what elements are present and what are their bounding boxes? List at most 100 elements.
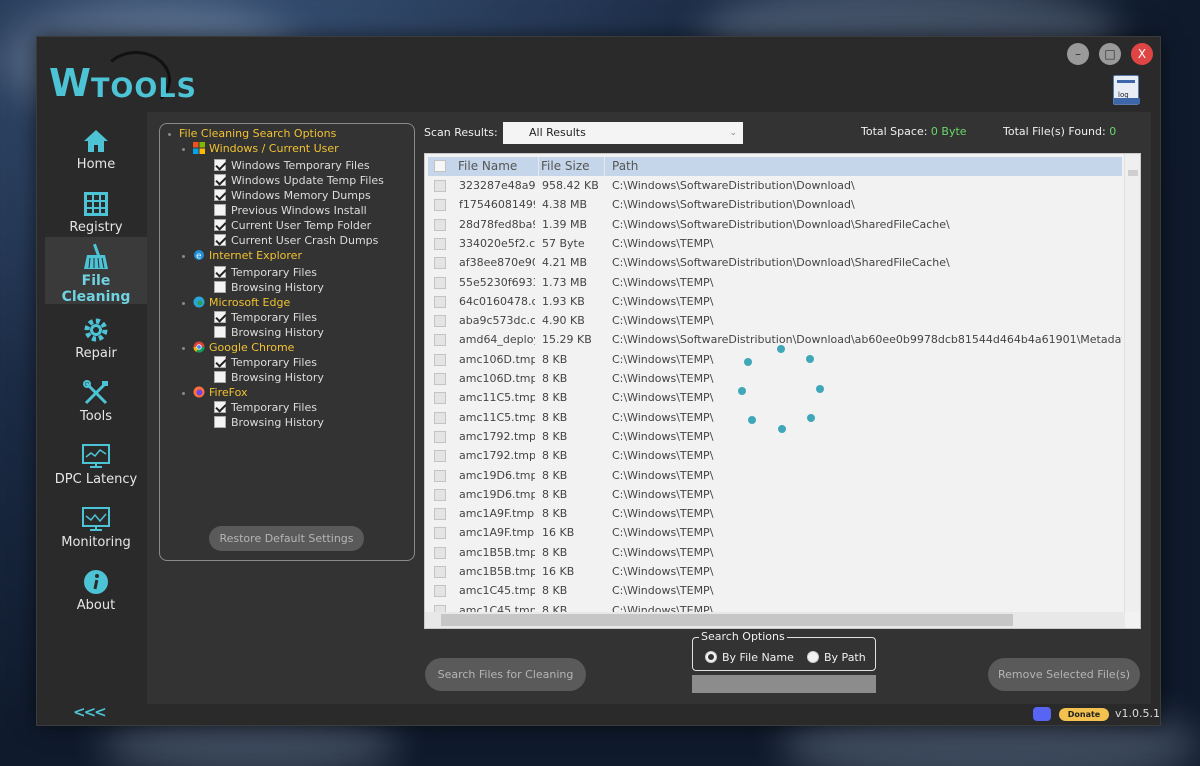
option-user-crash-dumps[interactable]: Current User Crash Dumps (214, 233, 378, 248)
option-chrome-history[interactable]: Browsing History (214, 370, 324, 385)
row-checkbox[interactable] (434, 392, 446, 405)
sidebar-item-monitoring[interactable]: Monitoring (45, 499, 147, 559)
sidebar-item-tools[interactable]: Tools (45, 373, 147, 433)
vertical-scrollbar[interactable] (1124, 154, 1140, 612)
row-checkbox[interactable] (434, 218, 446, 231)
sidebar-item-dpc-latency[interactable]: DPC Latency (45, 436, 147, 496)
row-checkbox[interactable] (434, 237, 446, 250)
row-checkbox[interactable] (434, 546, 446, 559)
row-checkbox[interactable] (434, 508, 446, 521)
scrollbar-thumb[interactable] (1128, 170, 1138, 176)
row-checkbox[interactable] (434, 180, 446, 192)
table-row[interactable]: 64c0160478.cg 1.93 KB C:\Windows\TEMP\ (428, 292, 1122, 311)
table-row[interactable]: 334020e5f2.cg 57 Byte C:\Windows\TEMP\ (428, 234, 1122, 253)
column-header-path[interactable]: Path (612, 159, 638, 173)
radio-by-path[interactable]: By Path (807, 651, 866, 664)
row-checkbox[interactable] (434, 585, 446, 598)
sidebar-item-repair[interactable]: Repair (45, 310, 147, 370)
row-checkbox[interactable] (434, 488, 446, 501)
checkbox[interactable] (214, 234, 226, 246)
row-checkbox[interactable] (434, 353, 446, 366)
minimize-button[interactable]: – (1067, 43, 1089, 65)
row-checkbox[interactable] (434, 257, 446, 270)
row-checkbox[interactable] (434, 527, 446, 540)
horizontal-scrollbar[interactable] (425, 612, 1125, 628)
table-row[interactable]: amc106D.tmp.l 8 KB C:\Windows\TEMP\ (428, 350, 1122, 369)
table-row[interactable]: amc1B5B.tmp.l 16 KB C:\Windows\TEMP\ (428, 562, 1122, 581)
checkbox[interactable] (214, 159, 226, 171)
row-checkbox[interactable] (434, 566, 446, 578)
checkbox[interactable] (214, 326, 226, 338)
close-button[interactable]: X (1131, 43, 1153, 65)
checkbox[interactable] (214, 266, 226, 278)
option-windows-temp[interactable]: Windows Temporary Files (214, 158, 370, 173)
remove-selected-button[interactable]: Remove Selected File(s) (988, 658, 1140, 691)
checkbox[interactable] (214, 174, 226, 186)
checkbox[interactable] (214, 356, 226, 368)
tree-root[interactable]: File Cleaning Search Options (168, 126, 336, 141)
table-row[interactable]: amc1C45.tmp.l 8 KB C:\Windows\TEMP\ (428, 581, 1122, 600)
table-row[interactable]: amc1A9F.tmp.l 16 KB C:\Windows\TEMP\ (428, 523, 1122, 542)
table-row[interactable]: amc1792.tmp.l 8 KB C:\Windows\TEMP\ (428, 446, 1122, 465)
table-row[interactable]: f17546081499a 4.38 MB C:\Windows\SoftwareD… (428, 195, 1122, 214)
row-checkbox[interactable] (434, 199, 446, 212)
radio-button[interactable] (807, 651, 819, 663)
scan-results-filter[interactable]: All Results ⌄ (503, 122, 743, 144)
radio-by-file-name[interactable]: By File Name (705, 651, 794, 664)
checkbox[interactable] (214, 311, 226, 323)
discord-icon[interactable] (1033, 707, 1051, 721)
table-row[interactable]: amc1B5B.tmp.l 8 KB C:\Windows\TEMP\ (428, 543, 1122, 562)
donate-button[interactable]: Donate (1059, 708, 1109, 721)
group-internet-explorer[interactable]: e Internet Explorer (182, 248, 302, 263)
table-row[interactable]: af38ee870e90e 4.21 MB C:\Windows\SoftwareD… (428, 253, 1122, 272)
option-firefox-temp[interactable]: Temporary Files (214, 400, 317, 415)
checkbox[interactable] (214, 416, 226, 428)
select-all-checkbox[interactable] (434, 160, 446, 172)
option-user-temp-folder[interactable]: Current User Temp Folder (214, 218, 371, 233)
table-row[interactable]: 28d78fed8ba9 1.39 MB C:\Windows\SoftwareDi… (428, 215, 1122, 234)
row-checkbox[interactable] (434, 295, 446, 308)
checkbox[interactable] (214, 204, 226, 216)
checkbox[interactable] (214, 281, 226, 293)
row-checkbox[interactable] (434, 411, 446, 424)
group-windows[interactable]: Windows / Current User (182, 141, 339, 156)
table-row[interactable]: 323287e48a96 958.42 KB C:\Windows\Software… (428, 176, 1122, 195)
row-checkbox[interactable] (434, 430, 446, 443)
option-windows-update-temp[interactable]: Windows Update Temp Files (214, 173, 384, 188)
checkbox[interactable] (214, 189, 226, 201)
table-row[interactable]: amd64_deploy 15.29 KB C:\Windows\SoftwareD… (428, 330, 1122, 349)
table-row[interactable]: amc1792.tmp.l 8 KB C:\Windows\TEMP\ (428, 427, 1122, 446)
group-microsoft-edge[interactable]: Microsoft Edge (182, 295, 290, 310)
option-edge-temp[interactable]: Temporary Files (214, 310, 317, 325)
sidebar-item-about[interactable]: About (45, 562, 147, 622)
option-previous-windows-install[interactable]: Previous Windows Install (214, 203, 367, 218)
table-row[interactable]: amc19D6.tmp.l 8 KB C:\Windows\TEMP\ (428, 485, 1122, 504)
option-edge-history[interactable]: Browsing History (214, 325, 324, 340)
row-checkbox[interactable] (434, 373, 446, 385)
row-checkbox[interactable] (434, 469, 446, 482)
row-checkbox[interactable] (434, 450, 446, 463)
table-row[interactable]: aba9c573dc.cg 4.90 KB C:\Windows\TEMP\ (428, 311, 1122, 330)
column-header-file-name[interactable]: File Name (458, 159, 517, 173)
option-ie-history[interactable]: Browsing History (214, 280, 324, 295)
checkbox[interactable] (214, 401, 226, 413)
restore-defaults-button[interactable]: Restore Default Settings (209, 526, 364, 551)
table-row[interactable]: amc1A9F.tmp.l 8 KB C:\Windows\TEMP\ (428, 504, 1122, 523)
checkbox[interactable] (214, 371, 226, 383)
sidebar-item-home[interactable]: Home (45, 121, 147, 181)
checkbox[interactable] (214, 219, 226, 231)
row-checkbox[interactable] (434, 276, 446, 289)
collapse-sidebar-button[interactable]: <<< (73, 703, 107, 721)
scrollbar-thumb[interactable] (441, 614, 1013, 626)
log-icon[interactable]: log (1113, 75, 1140, 105)
group-firefox[interactable]: FireFox (182, 385, 247, 400)
search-files-button[interactable]: Search Files for Cleaning (425, 658, 586, 691)
table-row[interactable]: 55e5230f69331 1.73 MB C:\Windows\TEMP\ (428, 273, 1122, 292)
table-row[interactable]: amc11C5.tmp.l 8 KB C:\Windows\TEMP\ (428, 408, 1122, 427)
table-row[interactable]: amc11C5.tmp.l 8 KB C:\Windows\TEMP\ (428, 388, 1122, 407)
table-row[interactable]: amc19D6.tmp.l 8 KB C:\Windows\TEMP\ (428, 466, 1122, 485)
radio-button[interactable] (705, 651, 717, 663)
sidebar-item-file-cleaning[interactable]: File Cleaning (45, 237, 147, 305)
table-row[interactable]: amc106D.tmp.l 8 KB C:\Windows\TEMP\ (428, 369, 1122, 388)
column-header-file-size[interactable]: File Size (541, 159, 590, 173)
